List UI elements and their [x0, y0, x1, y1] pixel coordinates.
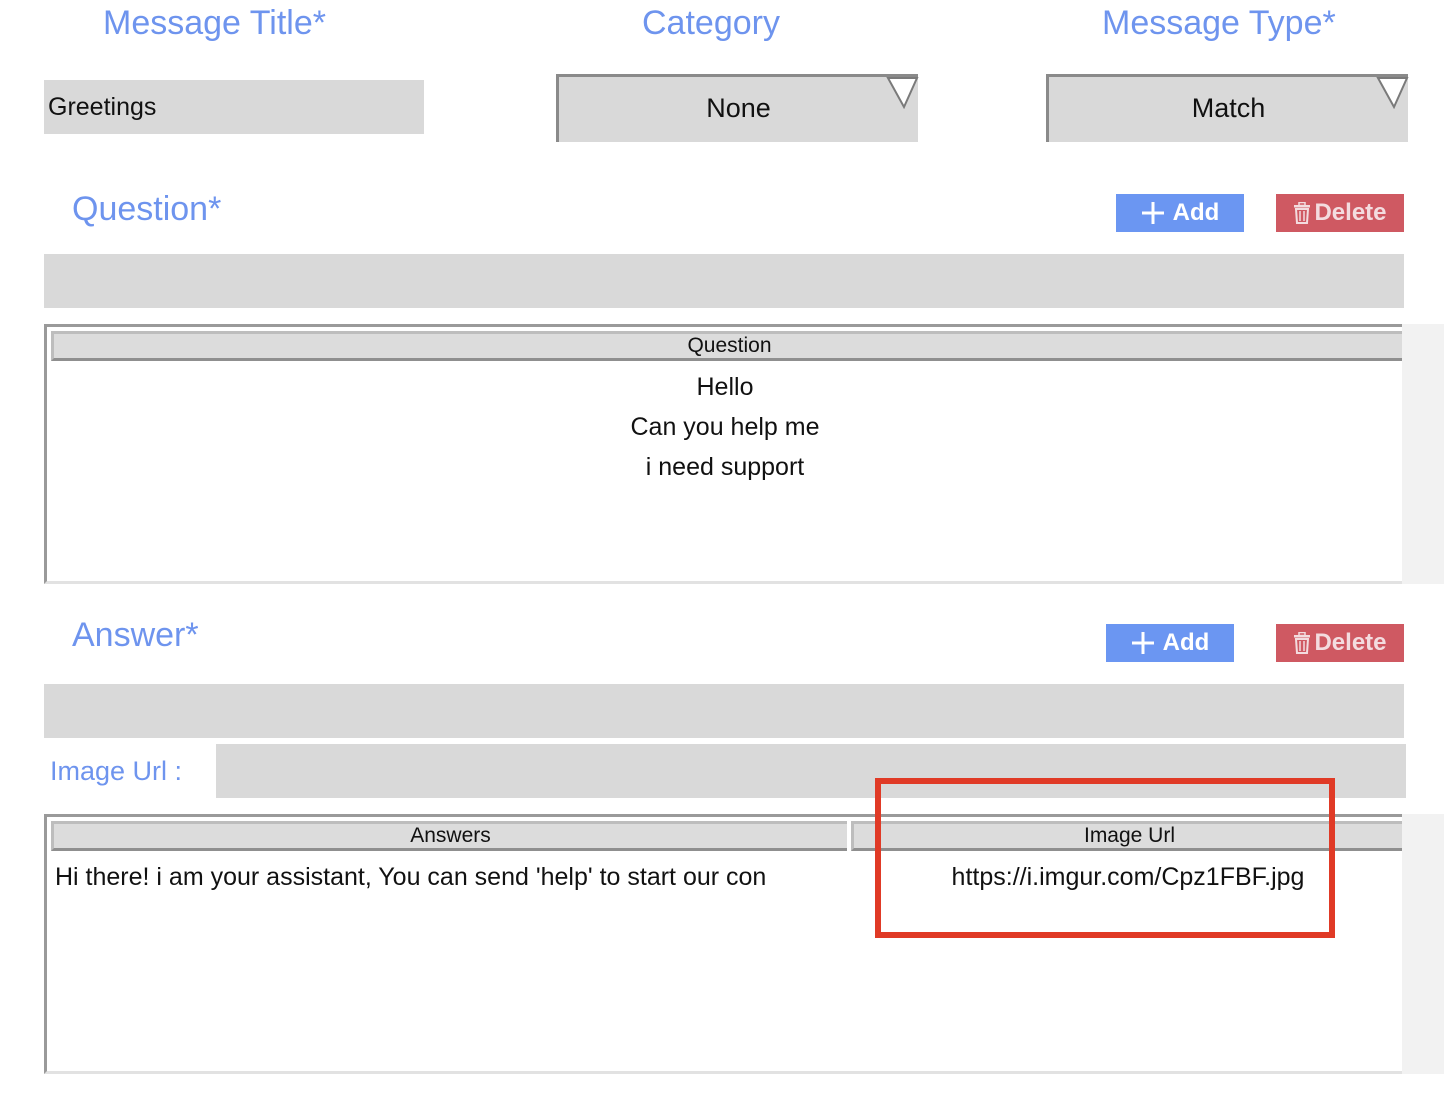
trash-icon	[1293, 202, 1311, 224]
message-type-label: Message Type*	[1102, 4, 1336, 42]
table-row[interactable]: i need support	[47, 447, 1403, 487]
message-title-label: Message Title*	[103, 4, 326, 42]
category-label: Category	[642, 4, 780, 42]
answer-delete-label: Delete	[1314, 629, 1387, 656]
category-select[interactable]: None	[556, 74, 920, 142]
plus-icon	[1131, 631, 1155, 655]
question-label: Question*	[72, 190, 222, 228]
highlight-box	[875, 778, 1335, 938]
question-table-scrollbar[interactable]	[1402, 324, 1444, 584]
table-row[interactable]: Can you help me	[47, 407, 1403, 447]
trash-icon	[1293, 632, 1311, 654]
message-title-input[interactable]: Greetings	[44, 80, 424, 134]
table-row[interactable]: Hello	[47, 367, 1403, 407]
answer-label: Answer*	[72, 616, 199, 654]
question-table: Question Hello Can you help me i need su…	[44, 324, 1406, 584]
question-add-label: Add	[1172, 199, 1220, 226]
answer-add-button[interactable]: Add	[1106, 624, 1234, 662]
message-type-select-value: Match	[1191, 93, 1266, 123]
message-type-select[interactable]: Match	[1046, 74, 1410, 142]
answer-table-scrollbar[interactable]	[1402, 814, 1444, 1074]
category-select-value: None	[706, 93, 771, 123]
question-table-header[interactable]: Question	[51, 331, 1405, 361]
answer-delete-button[interactable]: Delete	[1276, 624, 1404, 662]
answers-column-header[interactable]: Answers	[51, 821, 847, 851]
dropdown-triangle-icon	[1376, 75, 1410, 116]
question-input[interactable]	[44, 254, 1404, 308]
answer-input[interactable]	[44, 684, 1404, 738]
answer-cell[interactable]: Hi there! i am your assistant, You can s…	[55, 857, 847, 897]
plus-icon	[1141, 201, 1165, 225]
question-delete-button[interactable]: Delete	[1276, 194, 1404, 232]
question-delete-label: Delete	[1314, 199, 1387, 226]
question-add-button[interactable]: Add	[1116, 194, 1244, 232]
image-url-label: Image Url :	[50, 756, 183, 786]
answer-add-label: Add	[1162, 629, 1210, 656]
dropdown-triangle-icon	[886, 75, 920, 116]
